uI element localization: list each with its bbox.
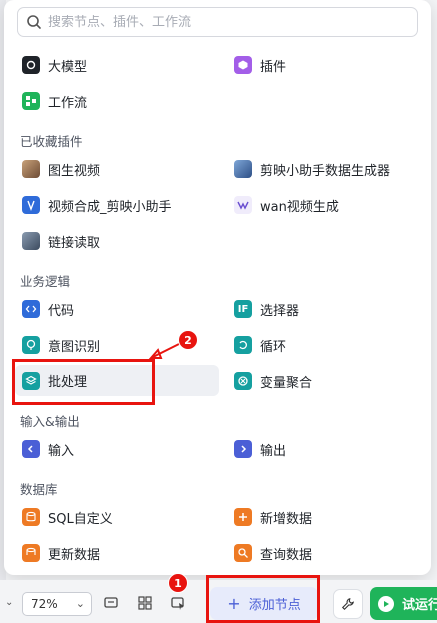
zoom-value: 72% bbox=[31, 597, 58, 611]
test-run-button[interactable]: 试运行 bbox=[370, 587, 437, 620]
test-run-label: 试运行 bbox=[402, 598, 437, 613]
image-to-video-icon bbox=[22, 160, 40, 178]
node-label: 插件 bbox=[260, 59, 287, 75]
variable-aggregate-icon bbox=[234, 372, 252, 390]
if-selector-icon: IF bbox=[234, 300, 252, 318]
node-label: SQL自定义 bbox=[48, 511, 113, 527]
node-label: 剪映小助手数据生成器 bbox=[260, 163, 391, 179]
node-item-loop[interactable]: 循环 bbox=[227, 330, 417, 360]
node-label: 循环 bbox=[260, 339, 287, 355]
search-box[interactable] bbox=[17, 7, 418, 37]
play-icon bbox=[378, 595, 394, 612]
node-label: 链接读取 bbox=[48, 235, 101, 251]
output-icon bbox=[234, 440, 252, 458]
node-item-update-data[interactable]: 更新数据 bbox=[15, 538, 215, 568]
node-item-output[interactable]: 输出 bbox=[227, 434, 417, 464]
search-icon bbox=[27, 15, 41, 29]
input-icon bbox=[22, 440, 40, 458]
node-item-input[interactable]: 输入 bbox=[15, 434, 215, 464]
node-label: wan视频生成 bbox=[260, 199, 339, 215]
section-title-favorites: 已收藏插件 bbox=[20, 134, 83, 149]
sql-icon bbox=[22, 508, 40, 526]
node-item-query-data[interactable]: 查询数据 bbox=[227, 538, 417, 568]
chevron-down-icon: ⌄ bbox=[75, 597, 85, 610]
node-item-jianying-data-generator[interactable]: 剪映小助手数据生成器 bbox=[227, 154, 422, 184]
node-label: 变量聚合 bbox=[260, 375, 313, 391]
node-label: 代码 bbox=[48, 303, 75, 319]
node-label: 视频合成_剪映小助手 bbox=[48, 199, 172, 215]
section-title-logic: 业务逻辑 bbox=[20, 274, 71, 289]
node-item-plugin[interactable]: 插件 bbox=[227, 50, 417, 80]
workflow-icon bbox=[22, 92, 40, 110]
node-item-selector[interactable]: IF 选择器 bbox=[227, 294, 417, 324]
zoom-select[interactable]: 72% ⌄ bbox=[22, 592, 92, 616]
node-item-link-reader[interactable]: 链接读取 bbox=[15, 226, 215, 256]
section-title-database: 数据库 bbox=[20, 482, 58, 497]
node-label: 工作流 bbox=[48, 95, 88, 111]
node-label: 更新数据 bbox=[48, 547, 101, 563]
node-item-add-data[interactable]: 新增数据 bbox=[227, 502, 417, 532]
video-compose-icon bbox=[22, 196, 40, 214]
node-label: 意图识别 bbox=[48, 339, 101, 355]
layout-grid-icon[interactable] bbox=[137, 595, 153, 611]
section-title-io: 输入&输出 bbox=[20, 414, 80, 429]
node-item-sql[interactable]: SQL自定义 bbox=[15, 502, 215, 532]
search-input[interactable] bbox=[48, 14, 408, 30]
node-label: 图生视频 bbox=[48, 163, 101, 179]
add-data-icon bbox=[234, 508, 252, 526]
node-item-variable-aggregate[interactable]: 变量聚合 bbox=[227, 366, 417, 396]
comment-icon[interactable] bbox=[103, 595, 119, 611]
jianying-data-generator-icon bbox=[234, 160, 252, 178]
plugin-icon bbox=[234, 56, 252, 74]
code-icon bbox=[22, 300, 40, 318]
collapse-chevron-icon[interactable]: ⌄ bbox=[5, 597, 13, 608]
node-label: 大模型 bbox=[48, 59, 88, 75]
node-label: 输入 bbox=[48, 443, 75, 459]
step-badge-2: 2 bbox=[178, 330, 198, 350]
node-label: 输出 bbox=[260, 443, 287, 459]
link-reader-icon bbox=[22, 232, 40, 250]
loop-icon bbox=[234, 336, 252, 354]
node-item-video-compose[interactable]: 视频合成_剪映小助手 bbox=[15, 190, 215, 220]
intent-icon bbox=[22, 336, 40, 354]
update-data-icon bbox=[22, 544, 40, 562]
llm-icon bbox=[22, 56, 40, 74]
node-label: 新增数据 bbox=[260, 511, 313, 527]
node-label: 查询数据 bbox=[260, 547, 313, 563]
highlight-box-batch bbox=[12, 359, 155, 405]
pointer-mode-icon[interactable] bbox=[170, 595, 186, 611]
node-item-code[interactable]: 代码 bbox=[15, 294, 215, 324]
node-item-llm[interactable]: 大模型 bbox=[15, 50, 215, 80]
node-label: 选择器 bbox=[260, 303, 300, 319]
tools-button[interactable] bbox=[333, 589, 363, 619]
wrench-icon bbox=[341, 598, 355, 611]
step-badge-1: 1 bbox=[168, 573, 188, 593]
node-item-image-to-video[interactable]: 图生视频 bbox=[15, 154, 215, 184]
query-data-icon bbox=[234, 544, 252, 562]
node-item-wan-video[interactable]: wan视频生成 bbox=[227, 190, 422, 220]
node-item-workflow[interactable]: 工作流 bbox=[15, 86, 215, 116]
highlight-box-add-node bbox=[206, 575, 320, 623]
wan-video-icon bbox=[234, 196, 252, 214]
